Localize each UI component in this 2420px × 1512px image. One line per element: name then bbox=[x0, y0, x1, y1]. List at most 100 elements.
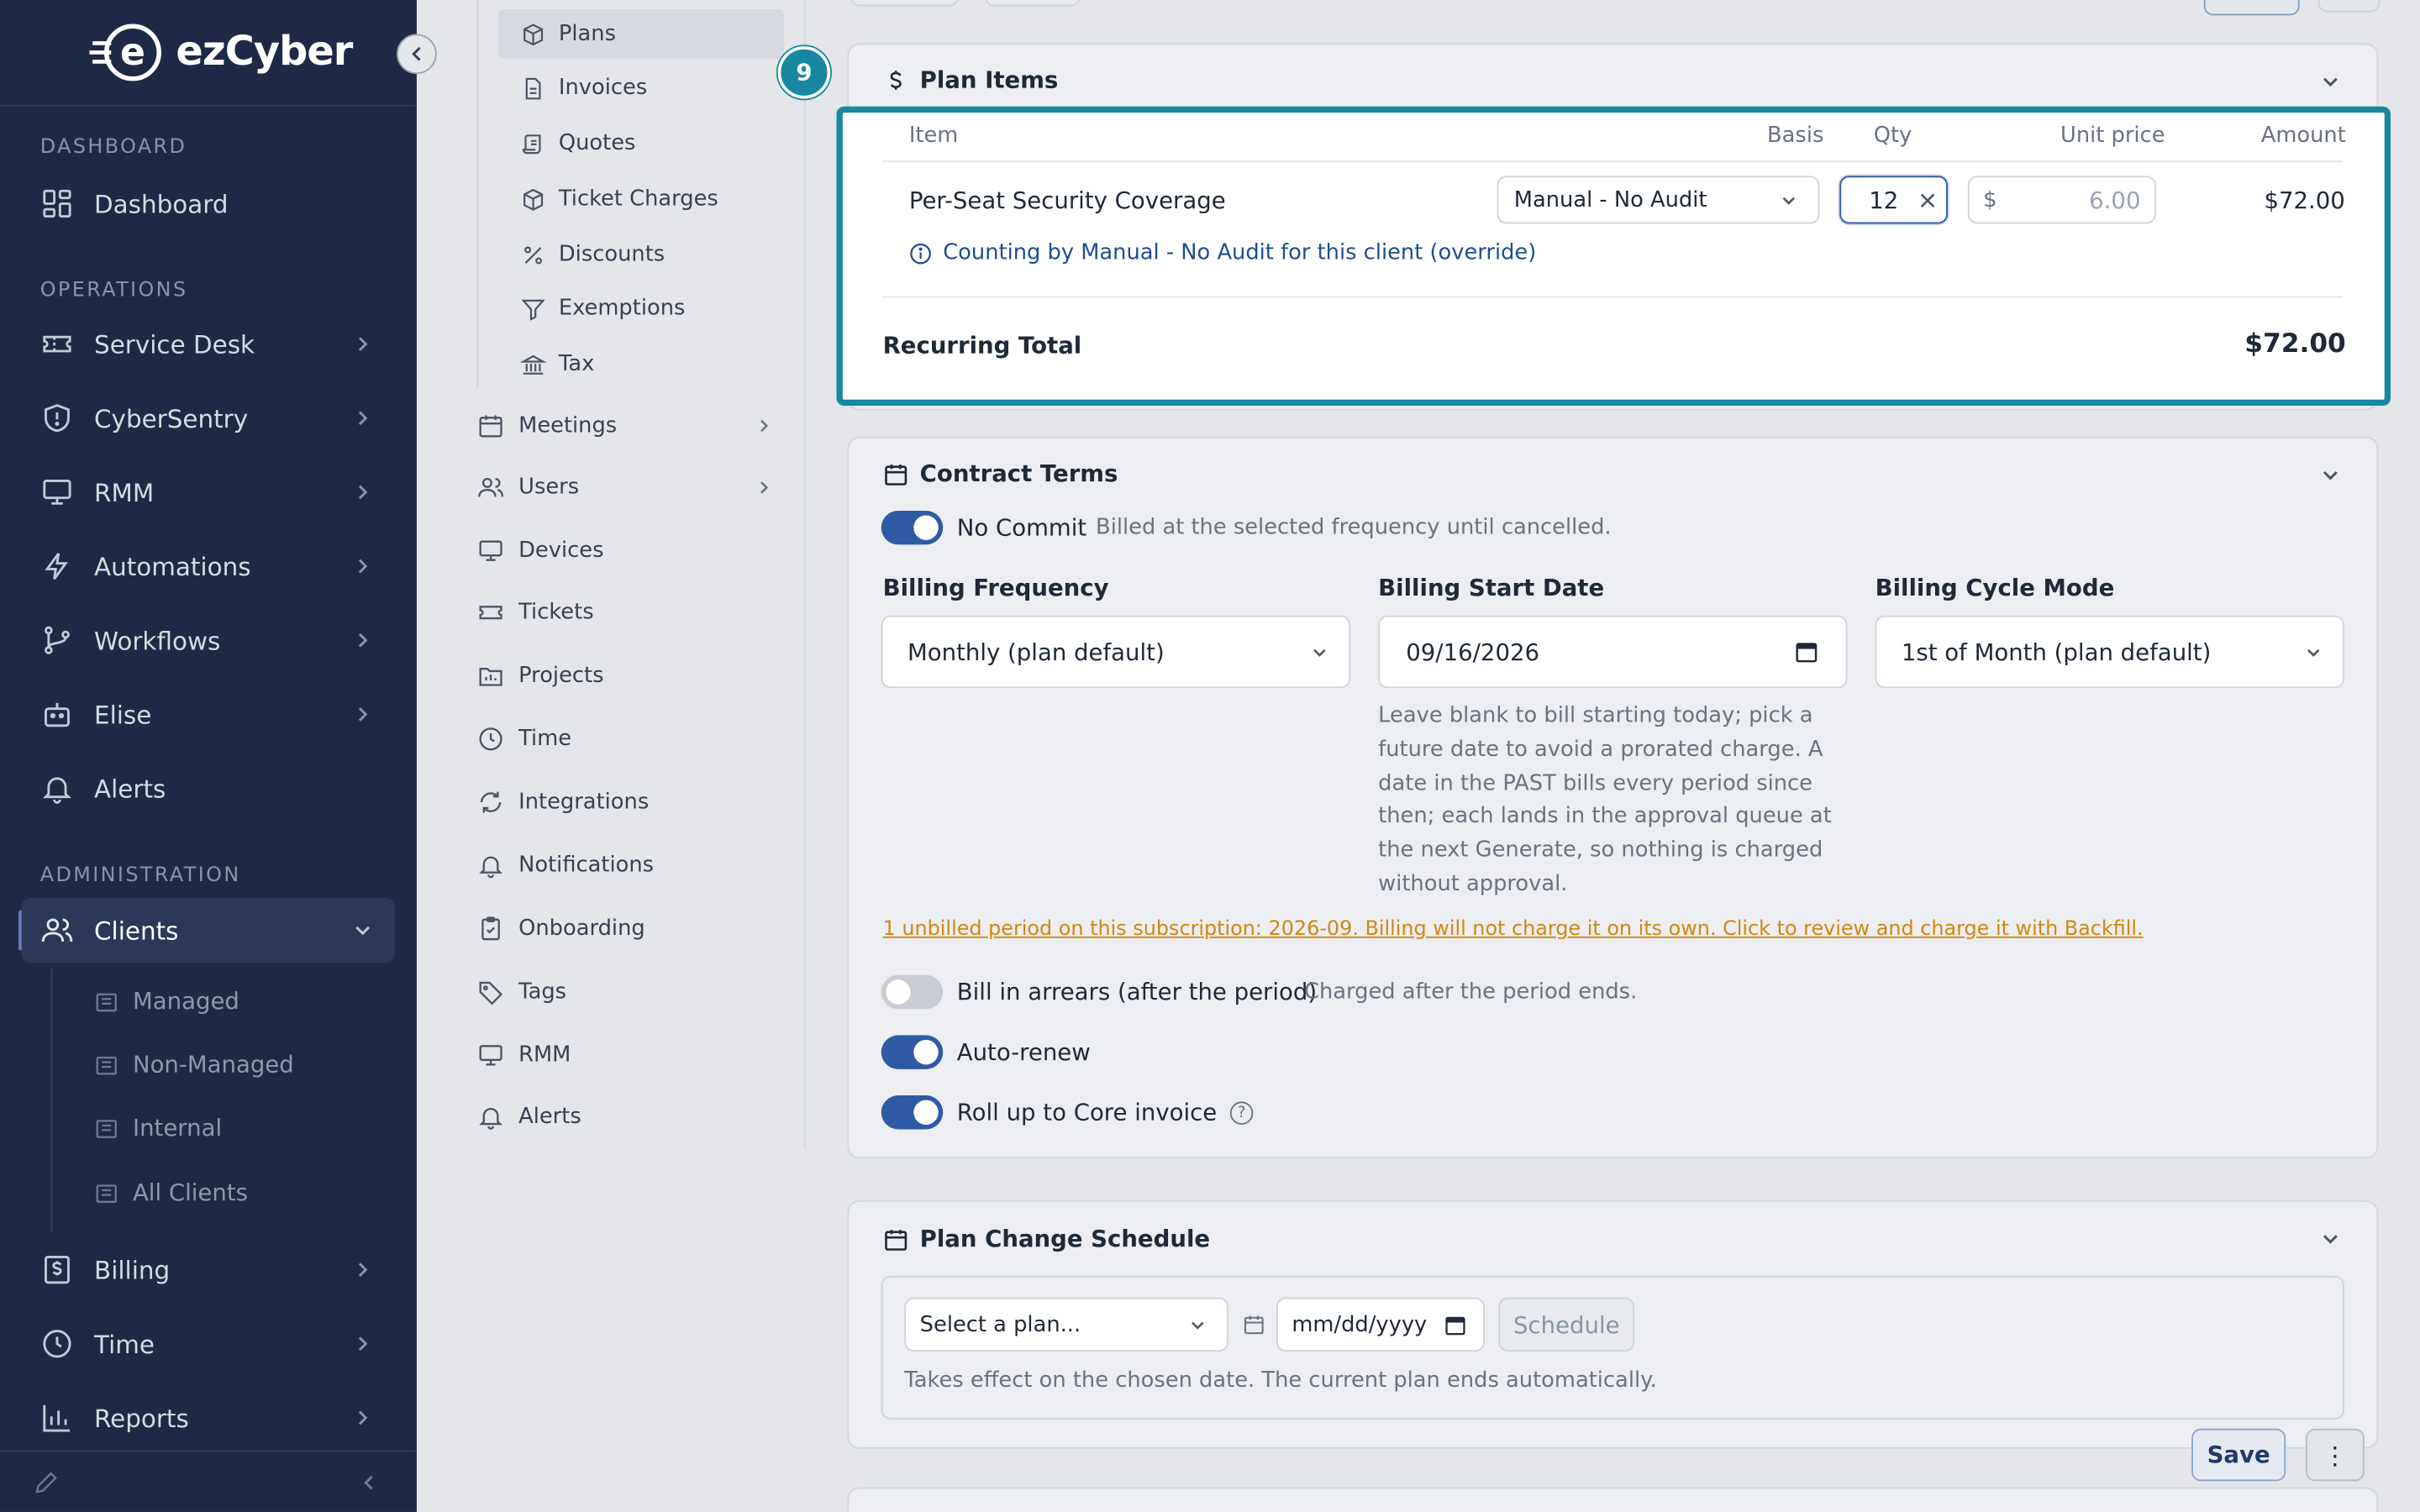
calendar-picker-icon[interactable] bbox=[1444, 1315, 1466, 1336]
sidebar-item-workflows[interactable]: Workflows bbox=[22, 608, 395, 673]
pencil-icon[interactable] bbox=[33, 1469, 60, 1497]
chevron-down-icon[interactable] bbox=[2320, 71, 2342, 92]
secnav-label: Ticket Charges bbox=[558, 186, 718, 212]
sidebar-item-time[interactable]: Time bbox=[22, 1311, 395, 1376]
basis-select[interactable]: Manual - No Audit bbox=[1497, 176, 1820, 224]
top-tab-partial[interactable] bbox=[984, 0, 1081, 7]
billing-start-help: Leave blank to bill starting today; pick… bbox=[1378, 701, 1841, 902]
secnav-rmm[interactable]: RMM bbox=[477, 1031, 786, 1080]
secnav-alerts[interactable]: Alerts bbox=[477, 1092, 786, 1142]
secnav-plans[interactable]: Plans bbox=[498, 9, 785, 59]
secnav-discounts[interactable]: Discounts bbox=[498, 230, 784, 280]
sidebar-sub-non-managed[interactable]: Non-Managed bbox=[92, 1040, 294, 1089]
sidebar-item-label: Elise bbox=[94, 699, 152, 729]
plan-change-schedule-header[interactable]: Plan Change Schedule bbox=[883, 1225, 1210, 1252]
chevron-down-icon[interactable] bbox=[2320, 1228, 2342, 1250]
secnav-label: Discounts bbox=[558, 242, 666, 267]
secnav-ticket-charges[interactable]: Ticket Charges bbox=[498, 175, 784, 224]
secnav-exemptions[interactable]: Exemptions bbox=[498, 284, 784, 333]
billing-cycle-value: 1st of Month (plan default) bbox=[1901, 638, 2212, 666]
chevron-down-icon[interactable] bbox=[2320, 465, 2342, 486]
secnav-invoices[interactable]: Invoices bbox=[498, 63, 784, 113]
sidebar-item-service-desk[interactable]: Service Desk bbox=[22, 312, 395, 376]
top-action-partial[interactable] bbox=[2317, 0, 2381, 13]
sidebar-item-clients[interactable]: Clients bbox=[21, 897, 396, 963]
plan-items-header[interactable]: Plan Items bbox=[883, 66, 1058, 94]
brand-logo[interactable]: e ezCyber bbox=[89, 22, 353, 83]
sidebar-item-cybersentry[interactable]: CyberSentry bbox=[22, 386, 395, 450]
secnav-quotes[interactable]: Quotes bbox=[498, 118, 784, 168]
currency-symbol: $ bbox=[1983, 187, 1997, 213]
auto-renew-toggle[interactable] bbox=[881, 1035, 944, 1069]
monitor-icon bbox=[479, 540, 502, 561]
sidebar-item-elise[interactable]: Elise bbox=[22, 682, 395, 747]
secnav-label: Time bbox=[518, 727, 572, 752]
secnav-projects[interactable]: Projects bbox=[477, 651, 786, 701]
sidebar-sub-all-clients[interactable]: All Clients bbox=[92, 1168, 248, 1217]
billing-cycle-label: Billing Cycle Mode bbox=[1875, 574, 2115, 602]
qty-input[interactable]: 12 bbox=[1839, 176, 1948, 224]
sidebar-item-reports[interactable]: Reports bbox=[22, 1385, 395, 1450]
sidebar-item-label: Dashboard bbox=[94, 188, 229, 218]
secnav-devices[interactable]: Devices bbox=[477, 526, 786, 575]
table-divider bbox=[882, 296, 2344, 298]
sidebar-item-billing[interactable]: Billing bbox=[22, 1237, 395, 1302]
basis-note-text: Counting by Manual - No Audit for this c… bbox=[943, 240, 1537, 265]
secnav-notifications[interactable]: Notifications bbox=[477, 841, 786, 890]
bank-icon bbox=[519, 354, 547, 374]
unit-price-input[interactable]: $ 6.00 bbox=[1967, 176, 2156, 224]
plan-select[interactable]: Select a plan... bbox=[904, 1297, 1229, 1352]
table-divider bbox=[882, 160, 2344, 162]
billing-frequency-select[interactable]: Monthly (plan default) bbox=[881, 615, 1351, 689]
help-icon[interactable]: ? bbox=[1229, 1101, 1254, 1125]
sidebar-sub-managed[interactable]: Managed bbox=[92, 977, 239, 1026]
top-tab-partial[interactable] bbox=[850, 0, 959, 7]
secnav-users[interactable]: Users bbox=[477, 463, 786, 512]
sidebar-item-automations[interactable]: Automations bbox=[22, 533, 395, 598]
no-commit-toggle[interactable] bbox=[881, 510, 944, 545]
scroll-icon bbox=[522, 134, 541, 154]
help-line: without approval. bbox=[1378, 871, 1568, 897]
more-options-button[interactable]: ⋮ bbox=[2306, 1428, 2365, 1482]
secnav-label: Devices bbox=[518, 538, 604, 564]
chevron-down-icon bbox=[2307, 648, 2320, 657]
unbilled-period-link[interactable]: 1 unbilled period on this subscription: … bbox=[883, 918, 2144, 942]
secnav-time[interactable]: Time bbox=[477, 714, 786, 764]
secnav-tickets[interactable]: Tickets bbox=[477, 588, 786, 638]
secnav-meetings[interactable]: Meetings bbox=[477, 402, 786, 451]
item-amount: $72.00 bbox=[2264, 186, 2345, 215]
col-header-unit-price: Unit price bbox=[2060, 123, 2165, 149]
sidebar-sub-label: Internal bbox=[132, 1114, 223, 1142]
submenu-line bbox=[50, 969, 53, 1231]
refresh-icon bbox=[480, 791, 502, 813]
save-button[interactable]: Save bbox=[2191, 1428, 2286, 1482]
secnav-tags[interactable]: Tags bbox=[477, 968, 786, 1017]
arrears-toggle[interactable] bbox=[881, 974, 944, 1010]
top-action-partial[interactable] bbox=[2203, 0, 2300, 16]
chevron-right-icon bbox=[358, 485, 368, 500]
help-line: future date to avoid a prorated charge. … bbox=[1378, 737, 1823, 762]
sidebar-collapse-button[interactable] bbox=[397, 34, 437, 75]
sidebar-item-dashboard[interactable]: Dashboard bbox=[22, 171, 395, 236]
contract-terms-header[interactable]: Contract Terms bbox=[883, 459, 1118, 487]
billing-cycle-select[interactable]: 1st of Month (plan default) bbox=[1875, 615, 2344, 689]
document-icon bbox=[525, 76, 541, 99]
secnav-onboarding[interactable]: Onboarding bbox=[477, 904, 786, 953]
collapse-left-icon[interactable] bbox=[358, 1472, 380, 1494]
sidebar-item-rmm[interactable]: RMM bbox=[22, 459, 395, 524]
schedule-button[interactable]: Schedule bbox=[1498, 1297, 1635, 1352]
roll-up-toggle[interactable] bbox=[881, 1095, 944, 1130]
sidebar-sub-internal[interactable]: Internal bbox=[92, 1103, 222, 1152]
calendar-picker-icon[interactable] bbox=[1795, 640, 1818, 664]
toggle-knob bbox=[913, 1100, 939, 1125]
clear-icon[interactable] bbox=[1920, 193, 1935, 208]
tag-icon bbox=[479, 981, 503, 1005]
schedule-date-input[interactable]: mm/dd/yyyy bbox=[1276, 1297, 1485, 1352]
billing-start-input[interactable]: 09/16/2026 bbox=[1378, 615, 1848, 689]
toggle-knob bbox=[913, 1039, 939, 1065]
sidebar-item-alerts[interactable]: Alerts bbox=[22, 756, 395, 821]
secnav-integrations[interactable]: Integrations bbox=[477, 778, 786, 827]
monitor-icon bbox=[479, 1045, 502, 1066]
secnav-tax[interactable]: Tax bbox=[498, 339, 784, 389]
chevron-right-icon bbox=[358, 1263, 368, 1277]
